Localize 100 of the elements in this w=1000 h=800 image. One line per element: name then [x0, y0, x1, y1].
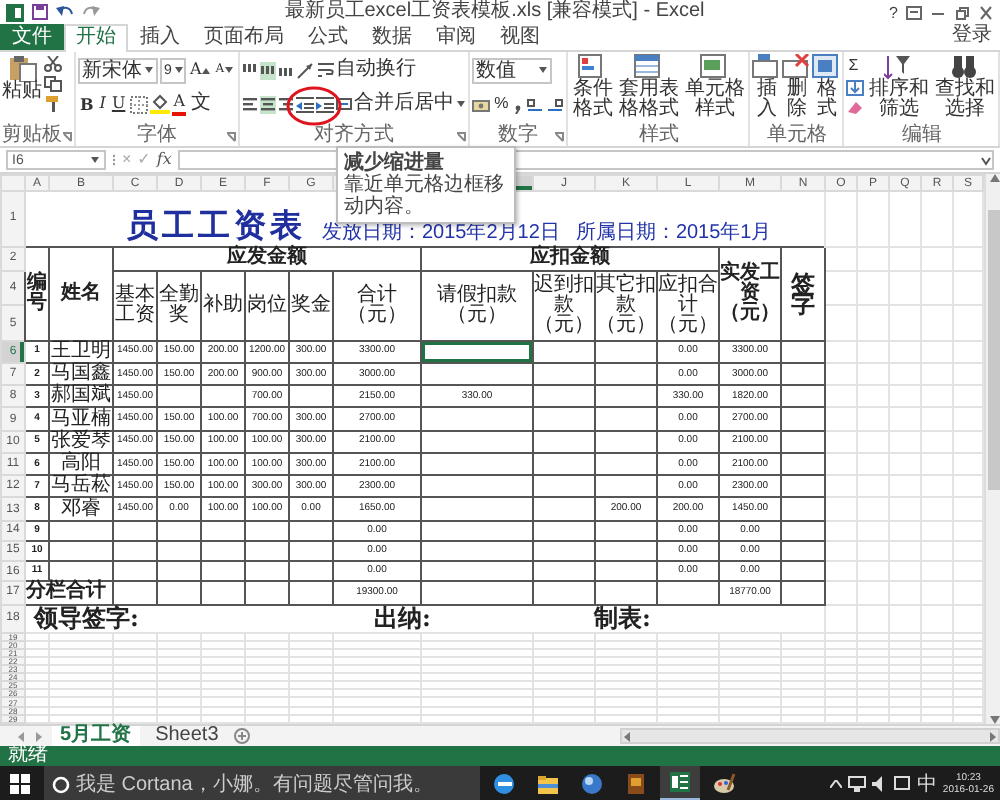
- ribbon-tab[interactable]: 审阅: [424, 24, 488, 50]
- ribbon-tab[interactable]: 页面布局: [192, 24, 296, 50]
- restore-ribbon-icon[interactable]: [906, 5, 922, 19]
- taskbar-button[interactable]: [660, 766, 700, 800]
- table-cell: 姓名: [49, 246, 113, 341]
- signature-label: 出纳:: [374, 605, 431, 632]
- number-format-dropdown[interactable]: 数值: [472, 57, 553, 83]
- group-label: 样式: [638, 126, 679, 146]
- caret-icon: [224, 66, 235, 74]
- horizontal-scrollbar[interactable]: [620, 728, 1000, 744]
- fill-down-icon[interactable]: [846, 80, 865, 96]
- close-icon[interactable]: [978, 5, 994, 19]
- spreadsheet-icon: [668, 770, 692, 794]
- pay-period: 所属日期：2015年1月: [575, 224, 772, 245]
- input-method-indicator[interactable]: 中: [916, 770, 937, 798]
- underline-button[interactable]: U: [109, 94, 128, 114]
- borders-icon[interactable]: [129, 95, 148, 113]
- windows-icon[interactable]: [8, 772, 32, 796]
- ribbon-tab[interactable]: 文件: [0, 24, 64, 50]
- format-painter-icon[interactable]: [44, 96, 62, 112]
- group-label: 剪贴板: [2, 126, 62, 146]
- scroll-right-icon[interactable]: [34, 731, 44, 741]
- italic-button[interactable]: I: [97, 94, 108, 114]
- excel-icon[interactable]: [6, 3, 24, 21]
- save-icon[interactable]: [32, 4, 48, 20]
- horizontal-align-button[interactable]: [260, 95, 277, 113]
- search-field[interactable]: 我是 Cortana，小娜。有问题尽管问我。: [44, 766, 480, 800]
- dialog-launcher-icon[interactable]: [226, 131, 237, 141]
- expand-icon[interactable]: [980, 155, 992, 165]
- scroll-left-icon[interactable]: [16, 731, 26, 741]
- delete-cells-button[interactable]: 删除: [782, 54, 811, 120]
- table-format-button[interactable]: 套用表格格式: [616, 54, 681, 120]
- undo-icon[interactable]: [56, 4, 74, 20]
- sheet-tab[interactable]: Sheet3: [147, 726, 227, 746]
- fill-color-icon[interactable]: [149, 94, 170, 114]
- paste-button[interactable]: 粘贴: [2, 54, 42, 102]
- sheet-tab[interactable]: 5月工资: [52, 725, 140, 747]
- dialog-launcher-icon[interactable]: [62, 131, 72, 141]
- horizontal-align-button[interactable]: [278, 95, 295, 113]
- ribbon-tab[interactable]: 公式: [296, 24, 360, 50]
- ribbon-tab[interactable]: 视图: [488, 24, 552, 50]
- help-button[interactable]: ?: [889, 3, 898, 21]
- currency-icon[interactable]: [472, 95, 491, 113]
- decrease-decimal-icon[interactable]: [546, 95, 565, 113]
- sign-in-link[interactable]: 登录: [952, 24, 1000, 50]
- phonetic-button[interactable]: 文: [188, 94, 213, 114]
- eraser-icon[interactable]: [846, 100, 865, 116]
- dialog-launcher-icon[interactable]: [554, 131, 565, 141]
- find-select-button[interactable]: 查找和选择: [932, 54, 997, 120]
- table-cell: 张爱琴: [49, 430, 113, 453]
- horizontal-align-button[interactable]: [242, 95, 259, 113]
- font-color-button[interactable]: A: [171, 92, 187, 116]
- conditional-format-icon: [578, 54, 607, 80]
- percent-button[interactable]: %: [492, 94, 511, 114]
- copy-icon[interactable]: [44, 76, 62, 92]
- cell-styles-button[interactable]: 单元格样式: [682, 54, 747, 120]
- globe-icon: [580, 772, 604, 796]
- table-cell: 岗位: [245, 271, 289, 341]
- insert-cells-button[interactable]: 插入: [752, 54, 781, 120]
- scroll-left-icon[interactable]: [622, 731, 632, 741]
- increase-indent-icon[interactable]: [316, 95, 335, 113]
- group-label: 编辑: [901, 126, 942, 146]
- ribbon-tab[interactable]: 数据: [360, 24, 424, 50]
- orientation-icon[interactable]: [296, 61, 317, 79]
- vertical-scrollbar[interactable]: [984, 174, 1000, 724]
- table-cell: 基本工资: [113, 271, 157, 341]
- active-cell[interactable]: [421, 340, 533, 364]
- dialog-launcher-icon[interactable]: [456, 131, 467, 141]
- clipboard-icon[interactable]: [7, 54, 37, 82]
- ribbon-tab[interactable]: 开始: [64, 24, 128, 52]
- font-name-dropdown[interactable]: 新宋体: [78, 57, 158, 83]
- bold-button[interactable]: B: [78, 94, 96, 114]
- search-placeholder: 我是 Cortana，小娜。有问题尽管问我。: [76, 771, 433, 798]
- table-cell: 分栏合计: [25, 581, 113, 605]
- ribbon-tab[interactable]: 插入: [128, 24, 192, 50]
- conditional-format-button[interactable]: 条件格式: [570, 54, 615, 120]
- decrease-indent-icon[interactable]: [296, 95, 315, 113]
- network-icon[interactable]: [848, 776, 867, 792]
- insert-function-button[interactable]: fx: [156, 150, 172, 170]
- grow-font-button[interactable]: A: [188, 60, 212, 80]
- merge-center-button[interactable]: 合并后居中: [336, 94, 467, 114]
- format-cells-button[interactable]: 格式: [812, 54, 841, 120]
- restore-icon[interactable]: [954, 5, 970, 19]
- vertical-align-button[interactable]: [260, 61, 277, 79]
- autosum-button[interactable]: Σ: [846, 56, 865, 76]
- align-lines-icon: [242, 95, 259, 113]
- message-icon[interactable]: [894, 776, 911, 792]
- group-label: 单元格: [766, 126, 827, 146]
- table-cell: 应扣金额: [421, 246, 719, 272]
- add-sheet-icon[interactable]: [234, 728, 251, 744]
- wrap-text-button[interactable]: 自动换行: [318, 60, 417, 80]
- table-cell: 签字: [781, 246, 825, 341]
- scroll-right-icon[interactable]: [988, 731, 998, 741]
- insert-cells-icon: [752, 54, 781, 80]
- align-lines-icon: [278, 95, 295, 113]
- sort-filter-button[interactable]: 排序和筛选: [866, 54, 931, 120]
- redo-icon[interactable]: [82, 4, 100, 20]
- caret-up-icon[interactable]: [830, 780, 843, 788]
- cut-icon[interactable]: [44, 56, 62, 72]
- increase-decimal-icon[interactable]: [526, 95, 545, 113]
